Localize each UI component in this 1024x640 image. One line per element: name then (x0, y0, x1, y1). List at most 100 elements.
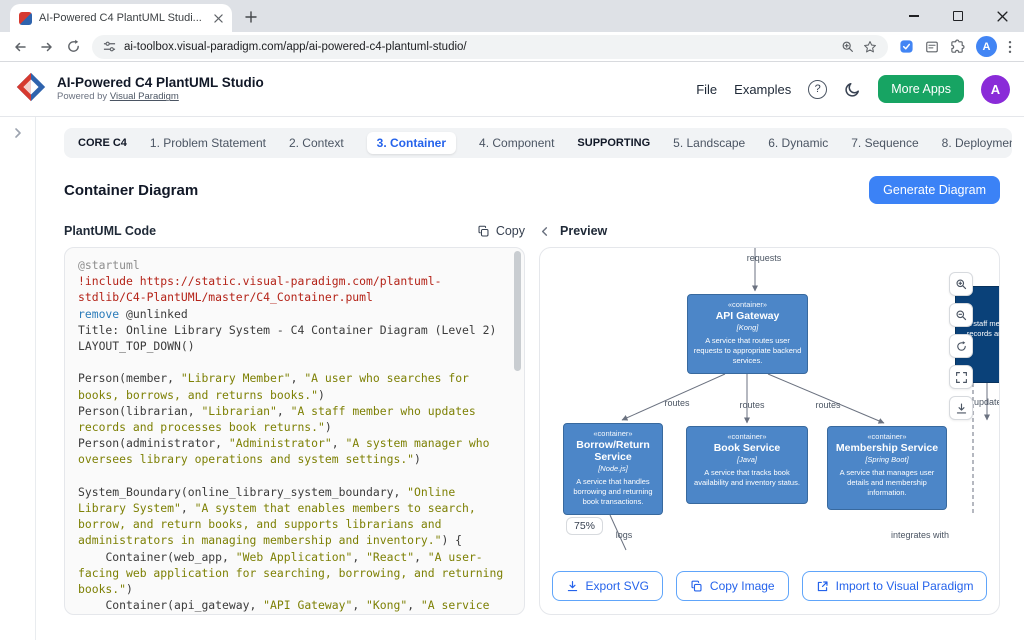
edge-label-updates: updates (974, 397, 1000, 407)
browser-profile-avatar[interactable]: A (976, 36, 997, 57)
browser-tabstrip: AI-Powered C4 PlantUML Studi... (0, 0, 1024, 32)
preview-panel: «container» API Gateway [Kong] A service… (539, 247, 1000, 615)
tab-deployment[interactable]: 8. Deployment (942, 136, 1012, 150)
node-tech: [Kong] (692, 323, 803, 332)
back-icon[interactable] (12, 39, 28, 55)
url-text[interactable]: ai-toolbox.visual-paradigm.com/app/ai-po… (124, 41, 833, 53)
edge-label-routes: routes (815, 400, 840, 410)
extensions-icon[interactable] (950, 39, 965, 54)
powered-by: Powered by Visual Paradigm (57, 91, 264, 102)
zoom-level-badge: 75% (566, 517, 603, 535)
core-c4-label: CORE C4 (78, 137, 127, 149)
export-svg-button[interactable]: Export SVG (552, 571, 663, 601)
reload-icon[interactable] (66, 39, 81, 54)
expand-sidebar-icon[interactable] (0, 127, 35, 139)
edge-label-integrates-with: integrates with (891, 530, 949, 540)
code-line: System_Boundary(online_library_system_bo… (78, 484, 506, 549)
code-line: !include https://static.visual-paradigm.… (78, 273, 506, 305)
tab-sequence[interactable]: 7. Sequence (851, 136, 918, 150)
reading-list-icon[interactable] (925, 40, 939, 54)
node-desc: A service that handles borrowing and ret… (568, 477, 658, 506)
zoom-in-icon[interactable] (949, 272, 973, 296)
supporting-label: SUPPORTING (577, 137, 650, 149)
bookmark-star-icon[interactable] (863, 40, 877, 54)
new-tab-button[interactable] (238, 4, 264, 30)
edge-label-routes: routes (664, 398, 689, 408)
node-name: Borrow/Return Service (568, 439, 658, 463)
examples-menu[interactable]: Examples (734, 82, 791, 97)
forward-icon[interactable] (39, 39, 55, 55)
tab-problem-statement[interactable]: 1. Problem Statement (150, 136, 266, 150)
zoom-reset-icon[interactable] (949, 334, 973, 358)
zoom-out-icon[interactable] (949, 303, 973, 327)
edge-label-requests: requests (747, 253, 782, 263)
code-line: Person(member, "Library Member", "A user… (78, 370, 506, 402)
browser-menu-icon[interactable] (1008, 40, 1012, 54)
node-stereotype: «container» (832, 432, 942, 441)
copy-code-button[interactable]: Copy (477, 224, 525, 238)
steps-bar: CORE C4 1. Problem Statement 2. Context … (64, 128, 1012, 158)
diagram-node-membership-service[interactable]: «container» Membership Service [Spring B… (827, 426, 947, 510)
node-name: Book Service (691, 442, 803, 454)
node-name: Membership Service (832, 442, 942, 454)
import-to-visual-paradigm-button[interactable]: Import to Visual Paradigm (802, 571, 988, 601)
code-line: Person(administrator, "Administrator", "… (78, 435, 506, 467)
code-line: @startuml (78, 257, 506, 273)
file-menu[interactable]: File (696, 82, 717, 97)
tab-context[interactable]: 2. Context (289, 136, 344, 150)
left-rail (0, 117, 36, 640)
collapse-preview-icon[interactable] (539, 226, 550, 237)
code-scrollbar[interactable] (514, 251, 521, 371)
generate-diagram-button[interactable]: Generate Diagram (869, 176, 1000, 204)
window-minimize-button[interactable] (892, 0, 936, 32)
help-icon[interactable]: ? (808, 80, 827, 99)
window-close-button[interactable] (980, 0, 1024, 32)
code-line: Title: Online Library System - C4 Contai… (78, 322, 506, 338)
app-title: AI-Powered C4 PlantUML Studio (57, 75, 264, 91)
more-apps-button[interactable]: More Apps (878, 75, 964, 103)
node-stereotype: «container» (692, 300, 803, 309)
user-avatar[interactable]: A (981, 75, 1010, 104)
code-line: Container(api_gateway, "API Gateway", "K… (78, 597, 506, 614)
tab-container[interactable]: 3. Container (367, 132, 456, 154)
code-editor[interactable]: @startuml!include https://static.visual-… (65, 248, 524, 614)
diagram-node-api-gateway[interactable]: «container» API Gateway [Kong] A service… (687, 294, 808, 374)
code-line: LAYOUT_TOP_DOWN() (78, 338, 506, 354)
node-tech: [Java] (691, 455, 803, 464)
preview-panel-label: Preview (560, 224, 607, 238)
code-line: remove @unlinked (78, 306, 506, 322)
node-desc: A service that routes user requests to a… (692, 336, 803, 365)
node-desc: A service that tracks book availability … (691, 468, 803, 488)
node-tech: [Node.js] (568, 464, 658, 473)
edge-label-routes: routes (739, 400, 764, 410)
diagram-node-borrow-return-service[interactable]: «container» Borrow/Return Service [Node.… (563, 423, 663, 515)
copy-image-button[interactable]: Copy Image (676, 571, 789, 601)
fullscreen-icon[interactable] (949, 365, 973, 389)
edge-label-logs: logs (616, 530, 633, 540)
browser-tab[interactable]: AI-Powered C4 PlantUML Studi... (10, 4, 232, 32)
app-header: AI-Powered C4 PlantUML Studio Powered by… (0, 62, 1024, 117)
dark-mode-icon[interactable] (844, 81, 861, 98)
zoom-page-icon[interactable] (841, 40, 855, 54)
page-title: Container Diagram (64, 182, 198, 199)
diagram-node-book-service[interactable]: «container» Book Service [Java] A servic… (686, 426, 808, 504)
window-maximize-button[interactable] (936, 0, 980, 32)
code-line (78, 354, 506, 370)
browser-action-icon[interactable] (899, 39, 914, 54)
app-logo (14, 70, 48, 109)
visual-paradigm-link[interactable]: Visual Paradigm (110, 91, 179, 102)
tab-close-icon[interactable] (214, 14, 223, 23)
code-panel-label: PlantUML Code (64, 224, 156, 238)
site-settings-icon[interactable] (103, 40, 116, 53)
site-favicon-icon (19, 12, 32, 25)
download-diagram-icon[interactable] (949, 396, 973, 420)
tab-landscape[interactable]: 5. Landscape (673, 136, 745, 150)
url-bar[interactable]: ai-toolbox.visual-paradigm.com/app/ai-po… (92, 35, 888, 59)
tab-title: AI-Powered C4 PlantUML Studi... (39, 12, 207, 24)
code-line (78, 468, 506, 484)
zoom-controls (949, 272, 973, 420)
plantuml-code-panel: @startuml!include https://static.visual-… (64, 247, 525, 615)
tab-dynamic[interactable]: 6. Dynamic (768, 136, 828, 150)
tab-component[interactable]: 4. Component (479, 136, 554, 150)
node-stereotype: «container» (691, 432, 803, 441)
